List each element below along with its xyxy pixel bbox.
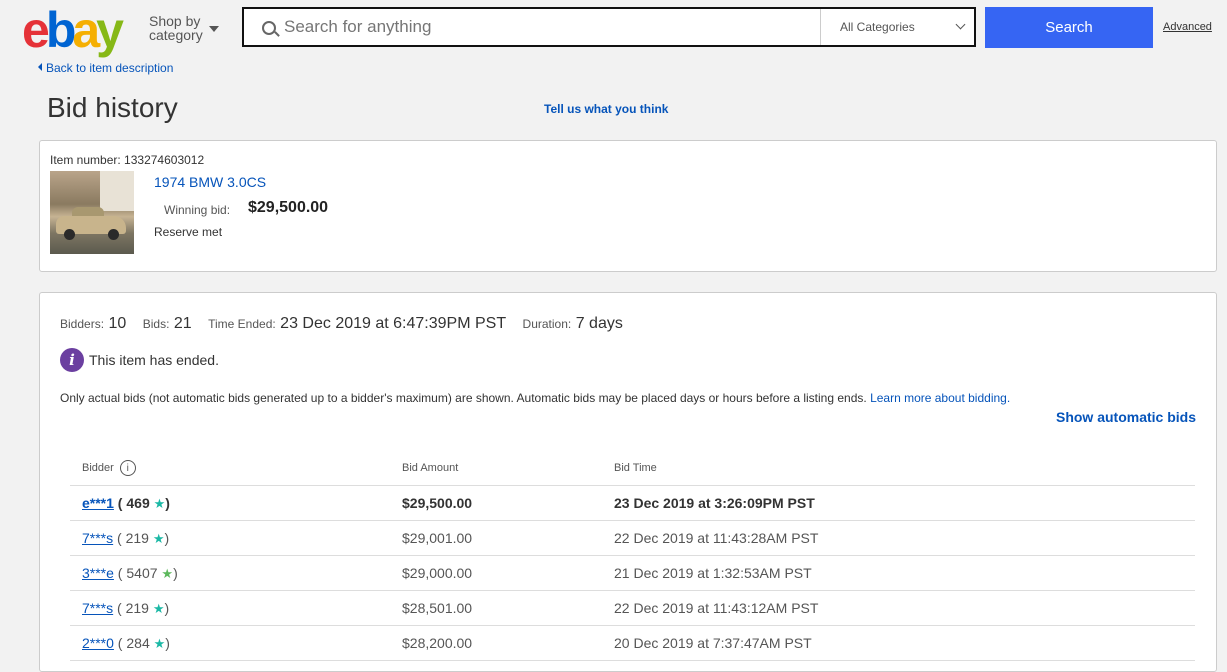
bid-amount-cell: $29,500.00: [390, 485, 602, 521]
show-automatic-bids-link[interactable]: Show automatic bids: [1056, 409, 1196, 425]
bidders-count: 10: [108, 315, 127, 332]
category-select-value: All Categories: [840, 20, 915, 34]
star-icon: ★: [153, 495, 166, 511]
feedback-score: 469: [126, 494, 150, 511]
feedback-score: 219: [125, 529, 149, 546]
logo-letter-a: a: [72, 2, 100, 58]
table-header-row: Bidder i Bid Amount Bid Time: [70, 451, 1195, 486]
caret-left-icon: [38, 63, 42, 71]
bid-time-cell: 23 Dec 2019 at 3:26:09PM PST: [602, 485, 1195, 521]
table-row: 7***s ( 219 ★) $28,501.00 22 Dec 2019 at 1…: [70, 590, 1195, 626]
bidder-cell: 7***s ( 219 ★): [70, 520, 390, 556]
search-button[interactable]: Search: [985, 7, 1153, 48]
feedback-score: 219: [125, 599, 149, 616]
bid-amount-cell: $28,200.00: [390, 625, 602, 661]
category-select[interactable]: All Categories: [820, 9, 977, 45]
bid-time-cell: 20 Dec 2019 at 7:37:47AM PST: [602, 625, 1195, 661]
bidder-cell: 2***0 ( 284 ★): [70, 625, 390, 661]
winning-bid-label: Winning bid:: [164, 203, 231, 217]
item-thumbnail[interactable]: [50, 171, 134, 254]
bids-count: 21: [173, 315, 192, 332]
bid-amount-cell: $29,000.00: [390, 555, 602, 591]
bids-disclaimer: Only actual bids (not automatic bids gen…: [60, 391, 1010, 405]
logo-letter-e: e: [22, 2, 50, 58]
amount-column-header: Bid Amount: [390, 451, 602, 486]
bidder-column-header: Bidder i: [70, 451, 390, 486]
item-number-value: 133274603012: [124, 153, 205, 167]
auction-stats: Bidders: 10 Bids: 21 Time Ended: 23 Dec …: [60, 315, 635, 333]
logo-letter-b: b: [45, 2, 76, 58]
bidders-label: Bidders:: [60, 317, 105, 331]
winning-bid-value: $29,500.00: [248, 199, 329, 216]
learn-more-link[interactable]: Learn more about bidding.: [870, 391, 1010, 405]
star-icon: ★: [161, 565, 174, 581]
item-ended-notice: i This item has ended.: [60, 348, 219, 372]
item-number: Item number: 133274603012: [50, 153, 204, 167]
advanced-search-link[interactable]: Advanced: [1163, 21, 1212, 33]
info-icon: i: [60, 348, 84, 372]
back-link-label: Back to item description: [46, 61, 174, 75]
reserve-status: Reserve met: [154, 225, 223, 239]
bid-amount-cell: $28,501.00: [390, 590, 602, 626]
duration-label: Duration:: [522, 317, 572, 331]
search-icon: [262, 21, 276, 35]
chevron-down-icon: [955, 19, 966, 30]
ebay-logo[interactable]: ebay: [22, 2, 124, 58]
caret-down-icon[interactable]: [209, 26, 219, 32]
page-title: Bid history: [47, 92, 178, 123]
bid-time-cell: 22 Dec 2019 at 11:43:28AM PST: [602, 520, 1195, 556]
shop-by-label: Shop by: [149, 13, 201, 29]
table-row: 3***e ( 5407 ★) $29,000.00 21 Dec 2019 at …: [70, 555, 1195, 591]
shop-by-category-button[interactable]: Shop by category: [149, 14, 203, 42]
duration-value: 7 days: [575, 315, 623, 332]
back-to-item-link[interactable]: Back to item description: [38, 61, 173, 75]
logo-letter-y: y: [96, 2, 124, 58]
bidder-cell: 3***e ( 5407 ★): [70, 555, 390, 591]
star-icon: ★: [152, 600, 165, 616]
bids-label: Bids:: [142, 317, 170, 331]
time-ended-value: 23 Dec 2019 at 6:47:39PM PST: [280, 315, 507, 332]
table-row: e***1 ( 469 ★) $29,500.00 23 Dec 2019 at 3…: [70, 485, 1195, 521]
bid-amount-cell: $29,001.00: [390, 520, 602, 556]
feedback-score: 284: [126, 634, 150, 651]
bid-history-table: Bidder i Bid Amount Bid Time e***1 ( 469 …: [70, 451, 1195, 661]
disclaimer-text: Only actual bids (not automatic bids gen…: [60, 391, 867, 405]
star-icon: ★: [152, 530, 165, 546]
time-ended-label: Time Ended:: [208, 317, 276, 331]
bidder-link[interactable]: 3***e: [82, 565, 114, 581]
item-number-label: Item number:: [50, 153, 121, 167]
bidder-link[interactable]: 2***0: [82, 635, 114, 651]
bidder-cell: e***1 ( 469 ★): [70, 485, 390, 521]
bidder-cell: 7***s ( 219 ★): [70, 590, 390, 626]
table-row: 2***0 ( 284 ★) $28,200.00 20 Dec 2019 at 7…: [70, 625, 1195, 661]
star-icon: ★: [153, 635, 166, 651]
info-circle-icon[interactable]: i: [119, 460, 136, 476]
item-title-link[interactable]: 1974 BMW 3.0CS: [154, 174, 266, 190]
item-ended-text: This item has ended.: [89, 352, 219, 368]
table-row: 7***s ( 219 ★) $29,001.00 22 Dec 2019 at 1…: [70, 520, 1195, 556]
bidder-link[interactable]: 7***s: [82, 530, 113, 546]
bidder-link[interactable]: 7***s: [82, 600, 113, 616]
search-bar: All Categories: [242, 7, 976, 47]
bidder-link[interactable]: e***1: [82, 495, 114, 511]
feedback-score: 5407: [126, 564, 158, 581]
search-input[interactable]: [284, 9, 814, 45]
item-summary-card: Item number: 133274603012 1974 BMW 3.0CS…: [39, 140, 1217, 272]
category-label: category: [149, 27, 203, 43]
bidder-header-label: Bidder: [82, 461, 114, 474]
bid-time-cell: 22 Dec 2019 at 11:43:12AM PST: [602, 590, 1195, 626]
bid-history-card: Bidders: 10 Bids: 21 Time Ended: 23 Dec …: [39, 292, 1217, 672]
feedback-link[interactable]: Tell us what you think: [544, 102, 668, 116]
time-column-header: Bid Time: [602, 451, 1195, 486]
bid-time-cell: 21 Dec 2019 at 1:32:53AM PST: [602, 555, 1195, 591]
